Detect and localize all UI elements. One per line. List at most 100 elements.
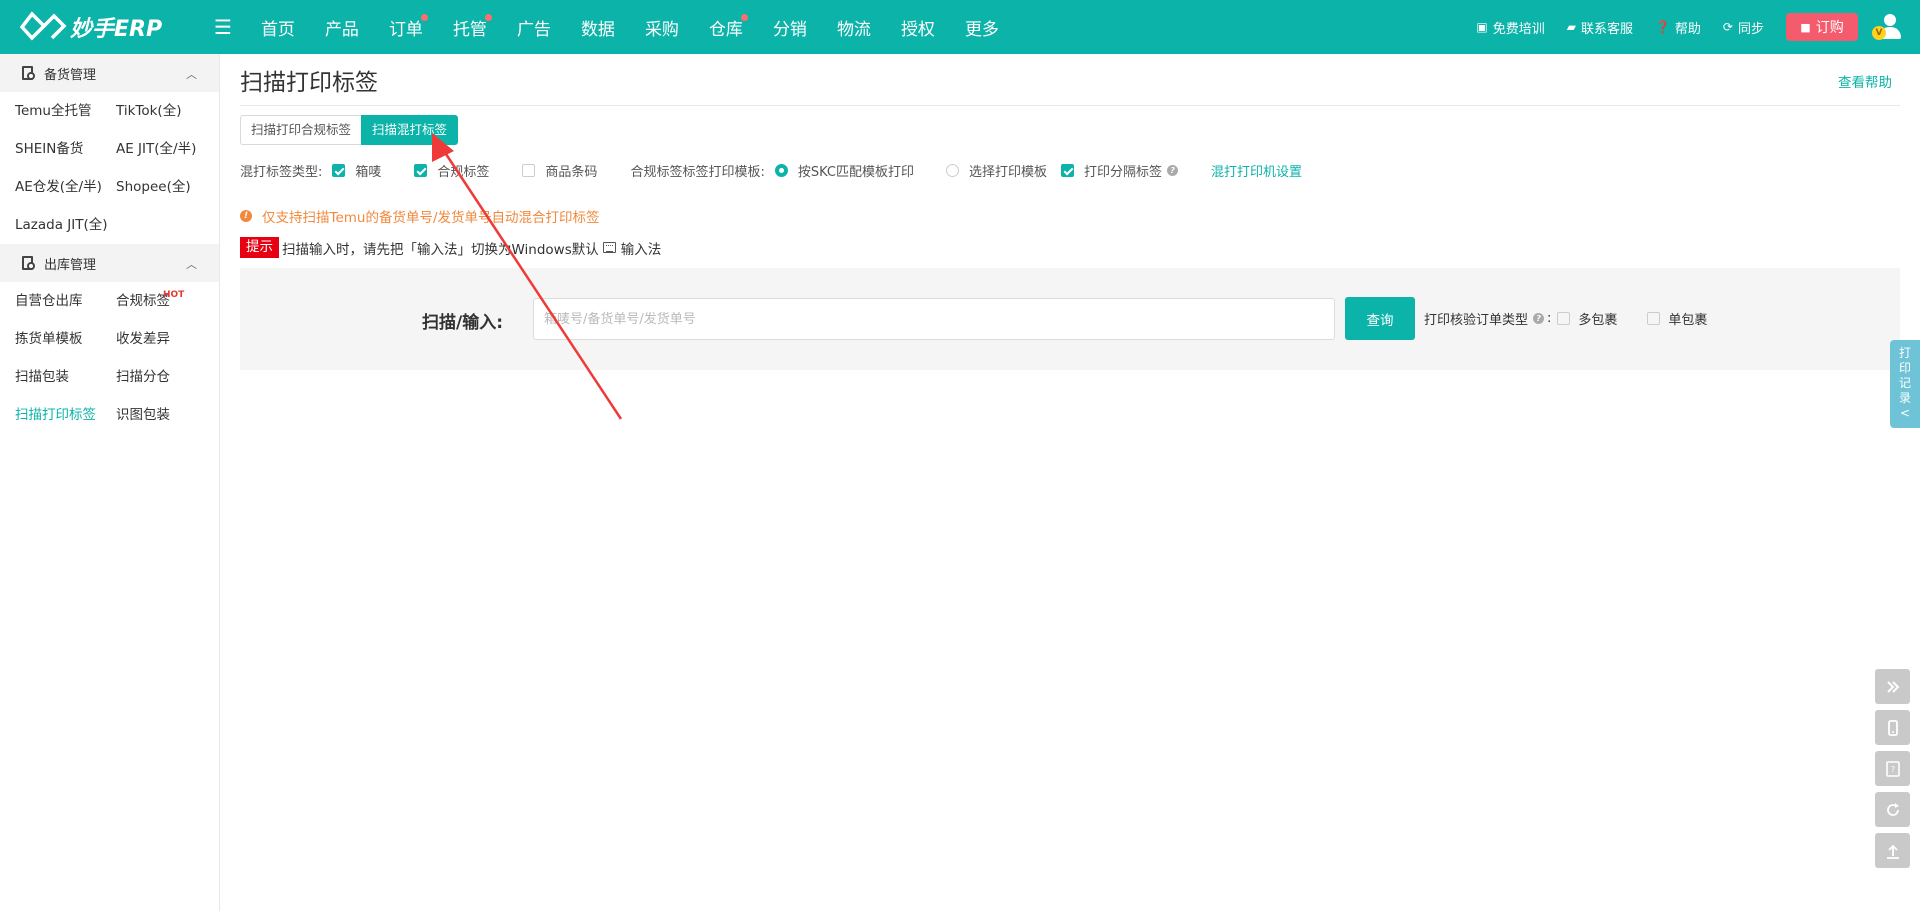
template-label: 合规标签标签打印模板: (630, 164, 765, 180)
sidebar-section-outbound[interactable]: 出库管理 ︿ (0, 244, 219, 282)
radio-selected (774, 163, 788, 177)
free-training-link[interactable]: ▣ 免费培训 (1476, 18, 1544, 37)
main-nav: 首页 产品 订单 托管 广告 数据 采购 仓库 分销 物流 授权 更多 (246, 13, 1014, 40)
printer-settings-link[interactable]: 混打打印机设置 (1211, 161, 1302, 180)
nav-item-ads[interactable]: 广告 (517, 15, 551, 40)
sidebar-item-picking-template[interactable]: 拣货单模板 (15, 320, 116, 358)
sidebar-item-lazada[interactable]: Lazada JIT(全) (15, 206, 116, 244)
nav-item-orders[interactable]: 订单 (389, 13, 428, 40)
top-right-actions: ▣ 免费培训 ▰ 联系客服 ❓ 帮助 ⟳ 同步 ■ 订购 V (1476, 0, 1920, 54)
sync-link[interactable]: ⟳ 同步 (1723, 18, 1764, 37)
checkbox-multi-package[interactable]: 多包裹 (1557, 309, 1617, 328)
contact-service-link[interactable]: ▰ 联系客服 (1567, 18, 1633, 37)
nav-item-authorization[interactable]: 授权 (901, 15, 935, 40)
radio-skc-template[interactable]: 按SKC匹配模板打印 (774, 161, 914, 180)
nav-item-hosting[interactable]: 托管 (453, 13, 492, 40)
help-link[interactable]: ❓ 帮助 (1655, 18, 1701, 37)
page-title: 扫描打印标签 (240, 69, 378, 96)
sidebar-item-image-pack[interactable]: 识图包装 (116, 396, 235, 434)
checkbox-product-barcode[interactable]: 商品条码 (522, 161, 597, 180)
chevron-up-icon: ︿ (186, 258, 197, 271)
checkbox-carton-mark[interactable]: 箱唛 (332, 161, 381, 180)
sidebar-item-scan-print-label[interactable]: 扫描打印标签 (15, 396, 116, 434)
notification-dot (740, 13, 748, 21)
keyboard-icon (602, 242, 616, 253)
sidebar: 备货管理 ︿ Temu全托管 TikTok(全) SHEIN备货 AE JIT(… (0, 54, 220, 911)
checkbox-checked (1061, 163, 1074, 177)
presentation-icon: ▣ (1476, 20, 1488, 34)
label-tabs: 扫描打印合规标签 扫描混打标签 (240, 115, 459, 145)
floating-toolbar: ? (1875, 669, 1910, 874)
brand-name: 妙手ERP (70, 17, 163, 42)
question-icon[interactable]: ? (1167, 164, 1179, 176)
help-doc-button[interactable]: ? (1875, 751, 1910, 786)
sidebar-item-compliance-label[interactable]: 合规标签 HOT (116, 282, 235, 320)
sidebar-item-scan-split[interactable]: 扫描分仓 (116, 358, 235, 396)
scan-input[interactable] (533, 298, 1335, 340)
vip-badge: V (1872, 26, 1886, 40)
sidebar-item-shopee[interactable]: Shopee(全) (116, 168, 235, 206)
nav-item-data[interactable]: 数据 (581, 15, 615, 40)
checkbox-checked (332, 163, 346, 177)
double-chevron-right-icon (1886, 680, 1899, 693)
nav-item-more[interactable]: 更多 (965, 15, 999, 40)
tab-compliance-label[interactable]: 扫描打印合规标签 (240, 115, 362, 145)
checkbox-compliance-label[interactable]: 合规标签 (414, 161, 489, 180)
checkbox-single-package[interactable]: 单包裹 (1647, 309, 1707, 328)
sidebar-item-temu[interactable]: Temu全托管 (15, 92, 116, 130)
sidebar-item-discrepancy[interactable]: 收发差异 (116, 320, 235, 358)
checkbox-unchecked (522, 163, 536, 177)
warning-icon: ! (240, 210, 252, 222)
sidebar-item-self-warehouse[interactable]: 自营仓出库 (15, 282, 116, 320)
nav-item-home[interactable]: 首页 (261, 15, 295, 40)
doc-search-icon (22, 255, 36, 271)
query-button[interactable]: 查询 (1345, 297, 1415, 340)
checkbox-unchecked (1647, 312, 1661, 325)
checkbox-separator-label[interactable]: 打印分隔标签? (1061, 161, 1179, 180)
logo-icon (20, 11, 67, 41)
main-content: 扫描打印标签 查看帮助 扫描打印合规标签 扫描混打标签 混打标签类型: 箱唛 合… (240, 54, 1900, 370)
page-header: 扫描打印标签 (240, 54, 1900, 106)
expand-button[interactable] (1875, 669, 1910, 704)
top-navbar: 妙手ERP ☰ 首页 产品 订单 托管 广告 数据 采购 仓库 分销 物流 授权… (0, 0, 1920, 54)
question-circle-icon: ❓ (1654, 20, 1670, 34)
sidebar-section-stock[interactable]: 备货管理 ︿ (0, 54, 219, 92)
radio-select-template[interactable]: 选择打印模板 (945, 161, 1047, 180)
chevron-left-icon: < (1899, 406, 1911, 420)
nav-item-purchase[interactable]: 采购 (645, 15, 679, 40)
notification-dot (420, 13, 428, 21)
sync-icon: ⟳ (1722, 20, 1733, 34)
verify-order-type: 打印核验订单类型 ? : 多包裹 单包裹 (1424, 309, 1708, 328)
nav-item-products[interactable]: 产品 (325, 15, 359, 40)
refresh-button[interactable] (1875, 792, 1910, 827)
question-icon[interactable]: ? (1533, 313, 1545, 324)
nav-item-warehouse[interactable]: 仓库 (709, 13, 748, 40)
order-button[interactable]: ■ 订购 (1786, 13, 1858, 41)
chat-icon: ▰ (1566, 20, 1576, 34)
sidebar-item-tiktok[interactable]: TikTok(全) (116, 92, 235, 130)
user-avatar[interactable]: V (1872, 12, 1902, 42)
sidebar-item-scan-pack[interactable]: 扫描包装 (15, 358, 116, 396)
nav-item-logistics[interactable]: 物流 (837, 15, 871, 40)
upload-icon (1886, 844, 1899, 859)
sidebar-item-shein[interactable]: SHEIN备货 (15, 130, 116, 168)
tip-badge: 提示 (240, 237, 279, 258)
nav-item-distribution[interactable]: 分销 (773, 15, 807, 40)
mobile-button[interactable] (1875, 710, 1910, 745)
sidebar-item-ae-warehouse[interactable]: AE仓发(全/半) (15, 168, 116, 206)
scan-panel: 扫描/输入: 查询 打印核验订单类型 ? : 多包裹 单包裹 (240, 268, 1900, 370)
back-to-top-button[interactable] (1875, 833, 1910, 868)
checkbox-unchecked (1557, 312, 1571, 325)
refresh-icon (1886, 802, 1899, 816)
view-help-link[interactable]: 查看帮助 (1838, 71, 1892, 91)
logo[interactable]: 妙手ERP (20, 10, 200, 44)
bag-icon: ■ (1800, 20, 1811, 34)
input-method-tip: 提示 扫描输入时，请先把「输入法」切换为Windows默认 输入法 (240, 237, 661, 258)
print-options: 混打标签类型: 箱唛 合规标签 商品条码 合规标签标签打印模板: 按SKC匹配模… (240, 160, 1302, 180)
print-record-tab[interactable]: 打 印 记 录 < (1890, 340, 1920, 428)
sidebar-item-ae-jit[interactable]: AE JIT(全/半) (116, 130, 235, 168)
tab-mixed-label[interactable]: 扫描混打标签 (361, 115, 459, 145)
menu-toggle-icon[interactable]: ☰ (214, 15, 232, 39)
checkbox-checked (414, 163, 428, 177)
user-icon-head (1884, 14, 1896, 26)
